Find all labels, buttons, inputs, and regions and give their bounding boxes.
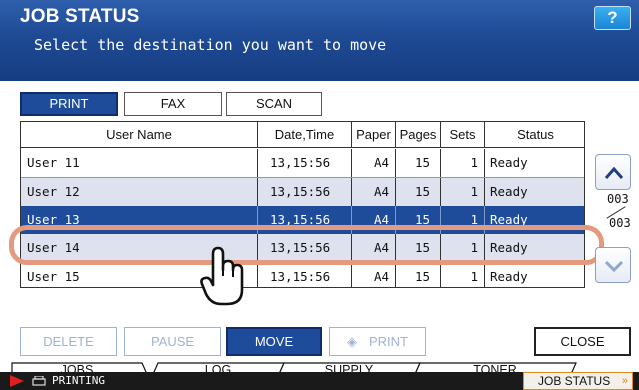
status-text: PRINTING <box>52 374 105 387</box>
pause-button[interactable]: PAUSE <box>124 327 221 356</box>
row-highlight-outline <box>9 225 604 265</box>
scroll-down-button[interactable] <box>595 247 631 283</box>
scroll-down-icon <box>604 260 624 273</box>
cell-sets: 1 <box>441 263 485 287</box>
column-header-user-name: User Name <box>21 122 258 148</box>
cell-status: Ready <box>490 184 528 199</box>
table-row[interactable]: User 15 13,15:56 A4 15 1 Ready <box>21 263 584 287</box>
cell-user-name: User 12 <box>21 178 258 206</box>
cell-status: Ready <box>490 269 528 284</box>
cell-date-time: 13,15:56 <box>258 178 352 206</box>
job-status-label: JOB STATUS <box>538 374 611 388</box>
table-row[interactable]: User 11 13,15:56 A4 15 1 Ready <box>21 149 584 177</box>
column-header-pages: Pages <box>396 122 441 148</box>
job-status-button[interactable]: JOB STATUS » <box>523 372 633 390</box>
table-header: User Name Date,Time Paper Pages Sets Sta… <box>21 122 584 148</box>
cell-paper: A4 <box>352 263 396 287</box>
page-total: 003 <box>609 216 631 230</box>
cell-date-time: 13,15:56 <box>258 263 352 287</box>
print-button[interactable]: ◈ PRINT <box>329 327 426 356</box>
close-button[interactable]: CLOSE <box>534 327 631 356</box>
printer-icon <box>32 376 46 386</box>
help-icon: ? <box>607 8 618 27</box>
table-row[interactable]: User 12 13,15:56 A4 15 1 Ready <box>21 178 584 206</box>
cell-paper: A4 <box>352 178 396 206</box>
column-header-paper: Paper <box>352 122 396 148</box>
tab-print[interactable]: PRINT <box>20 92 118 116</box>
print-button-label: PRINT <box>369 334 408 349</box>
diamond-icon: ◈ <box>347 334 357 349</box>
hand-cursor-icon <box>200 246 244 306</box>
page-current: 003 <box>607 192 629 206</box>
delete-button[interactable]: DELETE <box>20 327 117 356</box>
cell-pages: 15 <box>396 149 441 177</box>
scroll-up-icon <box>604 166 624 179</box>
play-icon <box>10 375 24 387</box>
instruction-text: Select the destination you want to move <box>34 36 387 54</box>
tab-fax[interactable]: FAX <box>124 92 222 116</box>
cell-status: Ready <box>490 155 528 170</box>
header-bar: JOB STATUS Select the destination you wa… <box>0 0 639 81</box>
cell-sets: 1 <box>441 178 485 206</box>
help-button[interactable]: ? <box>594 6 631 30</box>
page-title: JOB STATUS <box>20 6 140 27</box>
move-button[interactable]: MOVE <box>226 327 322 356</box>
column-header-sets: Sets <box>441 122 485 148</box>
column-header-date-time: Date,Time <box>258 122 352 148</box>
cell-paper: A4 <box>352 149 396 177</box>
scroll-up-button[interactable] <box>595 154 631 190</box>
cell-pages: 15 <box>396 263 441 287</box>
column-header-status: Status <box>517 127 554 142</box>
cell-user-name: User 11 <box>21 149 258 177</box>
page-indicator: 003 003 <box>601 192 631 234</box>
cell-pages: 15 <box>396 178 441 206</box>
cell-sets: 1 <box>441 149 485 177</box>
cell-date-time: 13,15:56 <box>258 149 352 177</box>
double-chevron-icon: » <box>621 375 628 387</box>
tab-scan[interactable]: SCAN <box>226 92 322 116</box>
